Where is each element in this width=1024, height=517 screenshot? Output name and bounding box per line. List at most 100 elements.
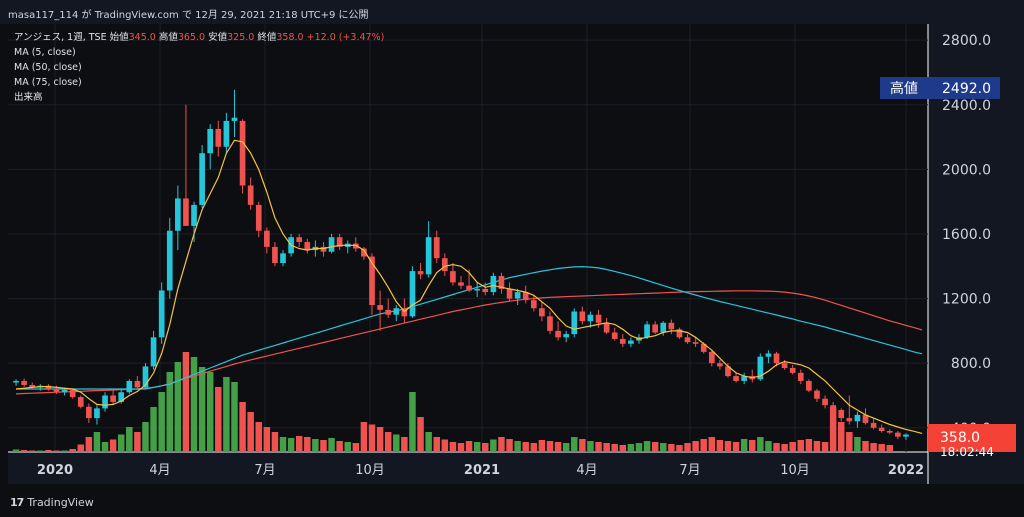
candle-body — [539, 308, 545, 317]
volume-bar — [546, 441, 554, 452]
candle-body — [21, 380, 27, 385]
volume-bar — [651, 442, 659, 452]
chart-legend: アンジェス, 1週, TSE 始値345.0 高値365.0 安値325.0 終… — [14, 30, 384, 105]
volume-bar — [206, 372, 214, 452]
candle-body — [433, 237, 440, 259]
volume-bar — [765, 441, 772, 452]
volume-bar — [231, 382, 238, 452]
volume-bar — [757, 437, 764, 452]
volume-bar — [174, 362, 182, 452]
legend-ma5[interactable]: MA (5, close) — [14, 45, 384, 60]
last-price-text: 358.0 — [940, 430, 980, 446]
legend-open-value: 345.0 — [128, 32, 156, 43]
volume-bar — [878, 444, 885, 452]
x-tick-label: 7月 — [679, 463, 700, 478]
volume-bar — [69, 449, 76, 452]
volume-bar — [93, 432, 101, 452]
candle-body — [61, 389, 68, 393]
candle-body — [563, 334, 570, 338]
candle-body — [514, 292, 521, 299]
volume-bar — [360, 422, 368, 452]
x-tick-label: 10月 — [355, 463, 385, 478]
volume-bar — [239, 402, 246, 452]
volume-bar — [61, 450, 68, 452]
volume-bar — [198, 367, 206, 452]
candle-body — [199, 153, 205, 205]
candle-body — [183, 198, 189, 226]
volume-bar — [117, 434, 125, 452]
legend-volume[interactable]: 出来高 — [14, 90, 384, 105]
legend-ma75[interactable]: MA (75, close) — [14, 75, 384, 90]
candle-body — [854, 414, 861, 422]
candle-body — [385, 309, 392, 315]
candle-body — [717, 363, 723, 367]
volume-bar — [20, 450, 28, 452]
candle-body — [611, 332, 618, 339]
candle-body — [458, 282, 464, 286]
candle-body — [644, 324, 650, 338]
candle-body — [773, 353, 780, 364]
volume-bar — [846, 432, 853, 452]
candle-body — [94, 408, 100, 419]
volume-bar — [716, 440, 724, 452]
volume-bar — [749, 440, 756, 452]
x-tick-label: 4月 — [576, 463, 597, 478]
volume-bar — [393, 434, 400, 452]
candle-body — [555, 330, 561, 338]
volume-bar — [837, 422, 845, 452]
volume-bar — [571, 437, 578, 452]
candle-body — [134, 380, 141, 388]
volume-bar — [425, 432, 432, 452]
legend-high-value: 365.0 — [177, 32, 206, 43]
candle-body — [708, 351, 715, 364]
volume-bar — [190, 357, 198, 452]
volume-bar — [215, 387, 222, 452]
volume-bar — [12, 449, 20, 452]
candle-body — [126, 380, 133, 393]
candle-body — [684, 337, 691, 343]
legend-close-label: 終値 — [257, 32, 277, 43]
volume-bar — [870, 443, 877, 452]
volume-bar — [554, 442, 562, 452]
high-label-text: 高値 — [890, 80, 918, 97]
volume-bar — [441, 439, 449, 452]
volume-bar — [312, 439, 319, 452]
volume-bar — [643, 441, 651, 452]
legend-ma50[interactable]: MA (50, close) — [14, 60, 384, 75]
volume-bar — [295, 436, 303, 452]
volume-bar — [465, 441, 473, 452]
candle-body — [175, 198, 181, 231]
volume-bar — [708, 437, 716, 452]
candle-body — [466, 285, 472, 291]
volume-bar — [514, 441, 521, 452]
candle-body — [490, 275, 497, 293]
volume-bar — [854, 437, 861, 452]
x-tick-label: 2022 — [888, 463, 924, 478]
y-tick-label: 1600.0 — [942, 227, 991, 243]
volume-bar — [336, 441, 343, 452]
volume-bar — [635, 443, 643, 452]
volume-bar — [287, 438, 295, 452]
volume-bar — [344, 442, 351, 452]
candle-body — [903, 434, 909, 437]
x-tick-label: 10月 — [780, 463, 810, 478]
volume-bar — [538, 440, 546, 452]
volume-bar — [376, 427, 384, 452]
volume-bar — [150, 407, 157, 452]
volume-bar — [862, 441, 869, 452]
x-tick-label: 7月 — [254, 463, 275, 478]
volume-bar — [562, 443, 570, 452]
candle-body — [450, 271, 456, 283]
y-tick-label: 2000.0 — [942, 162, 991, 178]
y-tick-label: 800.0 — [951, 356, 991, 372]
y-tick-label: 2800.0 — [942, 33, 991, 49]
tradingview-logo[interactable]: 17 TradingView — [10, 496, 94, 509]
volume-bar — [530, 443, 538, 452]
candle-body — [781, 363, 788, 369]
volume-bar — [692, 441, 699, 452]
candle-body — [474, 288, 481, 291]
volume-bar — [449, 442, 457, 452]
candle-body — [150, 337, 157, 367]
candle-body — [207, 128, 214, 154]
legend-low-value: 325.0 — [227, 32, 255, 43]
